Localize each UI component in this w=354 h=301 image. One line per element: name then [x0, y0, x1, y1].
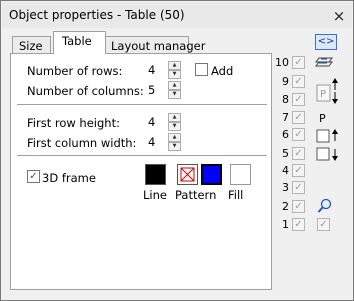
level-number: 3: [282, 181, 289, 194]
level-number: 9: [282, 75, 289, 88]
line-color-swatch[interactable]: [145, 164, 166, 185]
tab-table[interactable]: Table: [53, 31, 106, 54]
columns-input[interactable]: 5: [144, 81, 164, 99]
columns-stepper[interactable]: ▲ ▼: [168, 81, 181, 99]
frame3d-label: 3D frame: [42, 171, 96, 185]
columns-label: Number of columns:: [27, 84, 144, 98]
level-number: 8: [282, 93, 289, 106]
column-width-label: First column width:: [27, 136, 137, 150]
separator-1: [17, 104, 267, 105]
level-number: 1: [282, 218, 289, 231]
bring-forward-icon[interactable]: [315, 127, 341, 144]
level-number: 6: [282, 128, 289, 141]
no-pattern-icon: [180, 167, 195, 182]
rows-label: Number of rows:: [27, 64, 123, 78]
level-checkbox-8[interactable]: ✓: [292, 93, 305, 106]
fill-color-swatch[interactable]: [230, 164, 251, 185]
move-to-back-icon[interactable]: P: [315, 77, 345, 105]
line-color-label: Line: [143, 188, 167, 202]
table-tab-panel: Number of rows: 4 ▲ ▼ Add Number of colum…: [10, 53, 272, 290]
window-title: Object properties - Table (50): [9, 8, 185, 22]
pattern-label: Pattern: [175, 188, 217, 202]
tab-size-label: Size: [19, 39, 43, 53]
level-number: 10: [275, 56, 289, 69]
pattern-swatch[interactable]: [177, 164, 198, 185]
p-label-1: P: [319, 112, 326, 125]
column-width-stepper[interactable]: ▲ ▼: [168, 133, 181, 151]
column-width-input[interactable]: 4: [144, 133, 164, 151]
fill-color-label: Fill: [228, 188, 244, 202]
rows-down-icon[interactable]: ▼: [168, 70, 181, 79]
rows-stepper[interactable]: ▲ ▼: [168, 61, 181, 79]
separator-2: [17, 155, 267, 156]
row-height-label: First row height:: [27, 116, 120, 130]
level-checkbox-10[interactable]: ✓: [292, 56, 305, 69]
level-checkbox-1[interactable]: ✓: [292, 218, 305, 231]
add-label: Add: [211, 64, 234, 78]
svg-text:P: P: [320, 89, 326, 100]
send-backward-icon[interactable]: [315, 146, 341, 163]
properties-window: Object properties - Table (50) × Size Ta…: [0, 0, 354, 301]
row-height-down-icon[interactable]: ▼: [168, 122, 181, 131]
column-width-down-icon[interactable]: ▼: [168, 142, 181, 151]
pattern-fg-swatch[interactable]: [201, 164, 222, 185]
columns-up-icon[interactable]: ▲: [168, 81, 181, 90]
tab-table-label: Table: [62, 34, 92, 48]
level-checkbox-9[interactable]: ✓: [292, 75, 305, 88]
code-brackets-icon[interactable]: <>: [315, 34, 337, 50]
title-bar: Object properties - Table (50) ×: [2, 2, 352, 28]
row-height-up-icon[interactable]: ▲: [168, 113, 181, 122]
row-height-stepper[interactable]: ▲ ▼: [168, 113, 181, 131]
zoom-icon[interactable]: [317, 198, 333, 214]
columns-down-icon[interactable]: ▼: [168, 90, 181, 99]
row-height-input[interactable]: 4: [144, 113, 164, 131]
level-number: 4: [282, 164, 289, 177]
level-checkbox-5[interactable]: ✓: [292, 147, 305, 160]
level-number: 5: [282, 147, 289, 160]
level-number: 7: [282, 111, 289, 124]
level-checkbox-6[interactable]: ✓: [292, 128, 305, 141]
level-checkbox-2[interactable]: ✓: [292, 200, 305, 213]
level-number: 2: [282, 200, 289, 213]
close-button[interactable]: ×: [331, 8, 347, 24]
rows-input[interactable]: 4: [144, 61, 164, 79]
apply-all-checkbox[interactable]: ✓: [317, 218, 330, 231]
level-checkbox-4[interactable]: ✓: [292, 164, 305, 177]
column-width-up-icon[interactable]: ▲: [168, 133, 181, 142]
frame3d-checkbox[interactable]: ✓: [27, 170, 40, 183]
tab-layout-manager-label: Layout manager: [111, 39, 206, 53]
level-checkbox-7[interactable]: ✓: [292, 111, 305, 124]
level-checkbox-3[interactable]: ✓: [292, 181, 305, 194]
add-checkbox[interactable]: [195, 63, 208, 76]
layers-icon[interactable]: [315, 55, 335, 71]
rows-up-icon[interactable]: ▲: [168, 61, 181, 70]
